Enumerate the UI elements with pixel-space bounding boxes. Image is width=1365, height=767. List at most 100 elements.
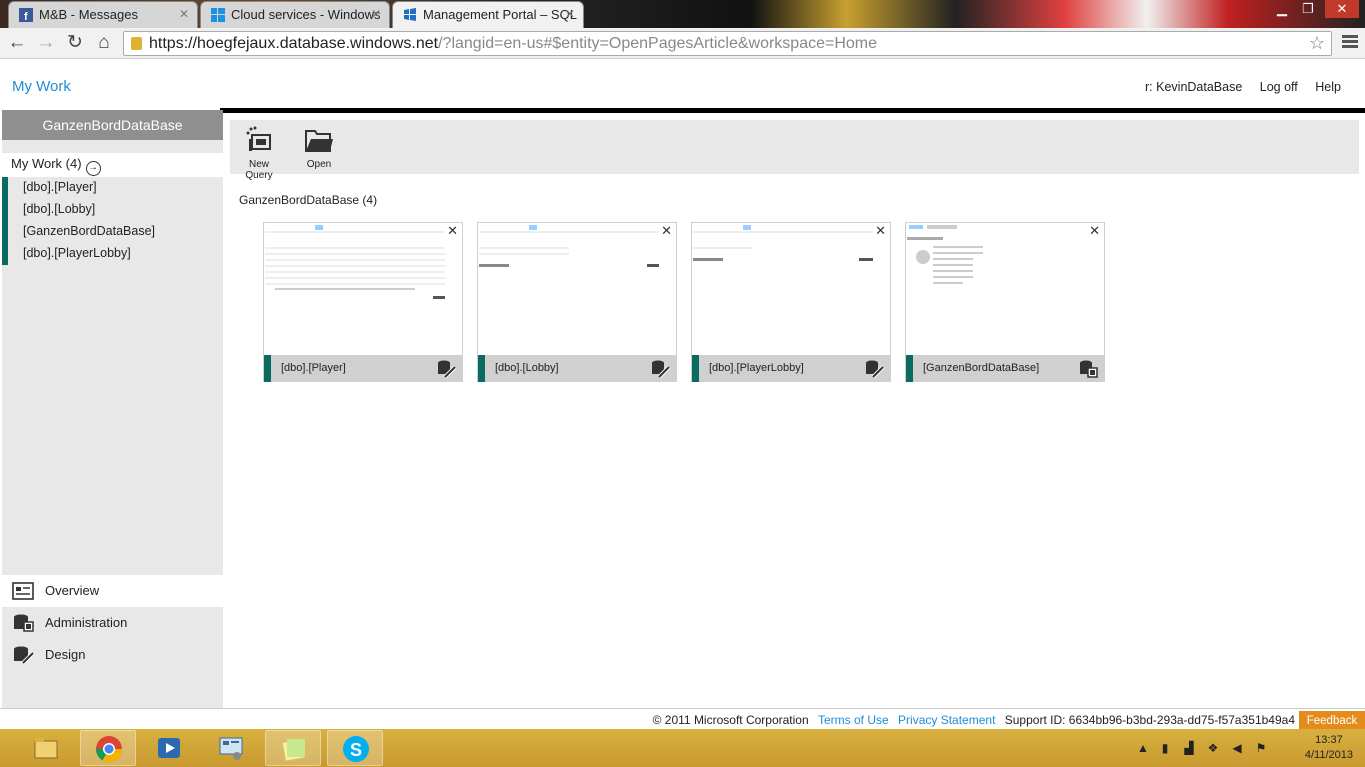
- header-divider: [220, 108, 1365, 113]
- table-preview-thumbnail: [693, 225, 873, 261]
- volume-icon[interactable]: ◀: [1230, 741, 1244, 755]
- nav-overview[interactable]: Overview: [2, 575, 223, 607]
- system-clock[interactable]: 13:37 4/11/2013: [1305, 733, 1353, 763]
- support-id: Support ID: 6634bb96-b3bd-293a-dd75-f57a…: [1004, 713, 1295, 727]
- browser-menu-icon[interactable]: [1340, 33, 1360, 53]
- sidebar-item-lobby[interactable]: [dbo].[Lobby]: [2, 199, 223, 221]
- table-design-icon: [866, 360, 884, 379]
- tab-management-portal[interactable]: Management Portal – SQL ✕: [392, 1, 584, 28]
- tab-label: M&B - Messages: [39, 7, 138, 22]
- bookmark-star-icon[interactable]: ☆: [1309, 32, 1325, 55]
- nav-label: Overview: [45, 583, 100, 598]
- close-icon[interactable]: ✕: [179, 2, 189, 27]
- nav-administration[interactable]: Administration: [2, 607, 223, 639]
- tab-facebook-messages[interactable]: f M&B - Messages ✕: [8, 1, 198, 28]
- sidebar-item-database[interactable]: [GanzenBordDataBase]: [2, 221, 223, 243]
- show-hidden-icons-icon[interactable]: ▲: [1136, 741, 1150, 755]
- taskbar-file-explorer[interactable]: [18, 730, 74, 766]
- media-player-icon: [158, 738, 180, 758]
- table-preview-thumbnail: [265, 225, 445, 299]
- page-title: My Work: [12, 78, 71, 95]
- table-preview-thumbnail: [479, 225, 659, 267]
- taskbar-media-player[interactable]: [141, 730, 197, 766]
- device-icon[interactable]: ▮: [1158, 741, 1172, 755]
- reload-icon[interactable]: ↻: [63, 32, 87, 54]
- database-name[interactable]: GanzenBordDataBase: [2, 110, 223, 140]
- new-query-button[interactable]: New Query: [236, 125, 282, 181]
- tab-cloud-services[interactable]: Cloud services - Windows ✕: [200, 1, 390, 28]
- network-signal-icon[interactable]: ▟: [1182, 741, 1196, 755]
- security-icon[interactable]: ❖: [1206, 741, 1220, 755]
- home-icon[interactable]: ⌂: [92, 32, 116, 54]
- folder-open-icon: [305, 130, 333, 152]
- new-query-icon: [246, 126, 271, 151]
- open-button[interactable]: Open: [304, 125, 334, 170]
- sidebar: GanzenBordDataBase My Work (4) → [dbo].[P…: [2, 110, 223, 708]
- sidebar-item-label: [dbo].[Lobby]: [23, 202, 96, 216]
- terms-link[interactable]: Terms of Use: [818, 713, 889, 727]
- close-icon[interactable]: ✕: [565, 2, 575, 27]
- tile-label: [GanzenBordDataBase]: [923, 362, 1040, 374]
- tile-label: [dbo].[Player]: [281, 362, 346, 374]
- clock-date: 4/11/2013: [1304, 749, 1353, 761]
- sidebar-item-player[interactable]: [dbo].[Player]: [2, 177, 223, 199]
- logoff-link[interactable]: Log off: [1260, 80, 1298, 94]
- copyright: © 2011 Microsoft Corporation: [652, 713, 809, 727]
- sidebar-item-playerlobby[interactable]: [dbo].[PlayerLobby]: [2, 243, 223, 265]
- close-icon[interactable]: ✕: [1089, 223, 1100, 239]
- minimize-window-button[interactable]: ▁: [1268, 0, 1296, 18]
- page-footer: © 2011 Microsoft Corporation Terms of Us…: [0, 708, 1365, 731]
- browser-tab-strip: f M&B - Messages ✕ Cloud services - Wind…: [0, 0, 1365, 28]
- tile-label: [dbo].[PlayerLobby]: [709, 362, 804, 374]
- privacy-link[interactable]: Privacy Statement: [898, 713, 995, 727]
- svg-text:S: S: [350, 740, 362, 760]
- address-bar[interactable]: https://hoegfejaux.database.windows.net/…: [123, 31, 1332, 56]
- close-icon[interactable]: ✕: [875, 223, 886, 239]
- close-icon[interactable]: ✕: [447, 223, 458, 239]
- arrow-circle-right-icon[interactable]: →: [85, 161, 101, 176]
- header-links: r: KevinDataBase Log off Help: [1131, 80, 1341, 94]
- tab-label: Management Portal – SQL: [423, 7, 577, 22]
- back-arrow-icon[interactable]: ←: [5, 32, 29, 54]
- close-icon[interactable]: ✕: [371, 2, 381, 27]
- work-tile-playerlobby[interactable]: ✕ [dbo].[PlayerLobby]: [691, 222, 891, 382]
- work-tile-lobby[interactable]: ✕ [dbo].[Lobby]: [477, 222, 677, 382]
- sidebar-item-label: [dbo].[PlayerLobby]: [23, 246, 131, 260]
- forward-arrow-icon[interactable]: →: [34, 32, 58, 54]
- work-tile-database[interactable]: ✕ [GanzenBordDataBase]: [905, 222, 1105, 382]
- windows-azure-icon: [404, 8, 416, 21]
- table-design-icon: [652, 360, 670, 379]
- my-work-label: My Work (4): [11, 156, 82, 171]
- taskbar-control-panel[interactable]: [203, 730, 259, 766]
- taskbar-skype[interactable]: S: [327, 730, 383, 766]
- restore-window-button[interactable]: ❐: [1294, 0, 1322, 18]
- facebook-icon: f: [19, 8, 33, 22]
- new-query-label: New Query: [245, 159, 273, 181]
- clock-time: 13:37: [1315, 734, 1343, 746]
- nav-label: Design: [45, 647, 86, 662]
- close-window-button[interactable]: ✕: [1325, 0, 1359, 18]
- taskbar-sticky-notes[interactable]: [265, 730, 321, 766]
- work-tile-player[interactable]: ✕ [dbo].[Player]: [263, 222, 463, 382]
- sidebar-item-label: [GanzenBordDataBase]: [23, 224, 156, 238]
- database-admin-icon: [1080, 360, 1098, 378]
- chrome-icon: [95, 736, 123, 763]
- nav-design[interactable]: Design: [2, 639, 223, 671]
- action-center-flag-icon[interactable]: ⚑: [1254, 741, 1268, 755]
- sidebar-item-label: [dbo].[Player]: [23, 180, 97, 194]
- help-link[interactable]: Help: [1315, 80, 1341, 94]
- work-group-title: GanzenBordDataBase (4): [239, 193, 378, 207]
- open-label: Open: [306, 159, 332, 170]
- database-summary-thumbnail: [907, 225, 983, 284]
- svg-text:f: f: [24, 11, 28, 22]
- tile-label: [dbo].[Lobby]: [495, 362, 559, 374]
- windows-icon: [211, 8, 225, 22]
- close-icon[interactable]: ✕: [661, 223, 672, 239]
- my-work-header[interactable]: My Work (4) →: [2, 153, 223, 177]
- feedback-button[interactable]: Feedback: [1299, 711, 1365, 731]
- url-path: /?langid=en-us#$entity=OpenPagesArticle&…: [438, 35, 878, 52]
- database-design-icon: [14, 646, 34, 664]
- taskbar-chrome[interactable]: [80, 730, 136, 766]
- sticky-notes-icon: [282, 739, 305, 761]
- command-bar: New Query Open: [230, 120, 1359, 181]
